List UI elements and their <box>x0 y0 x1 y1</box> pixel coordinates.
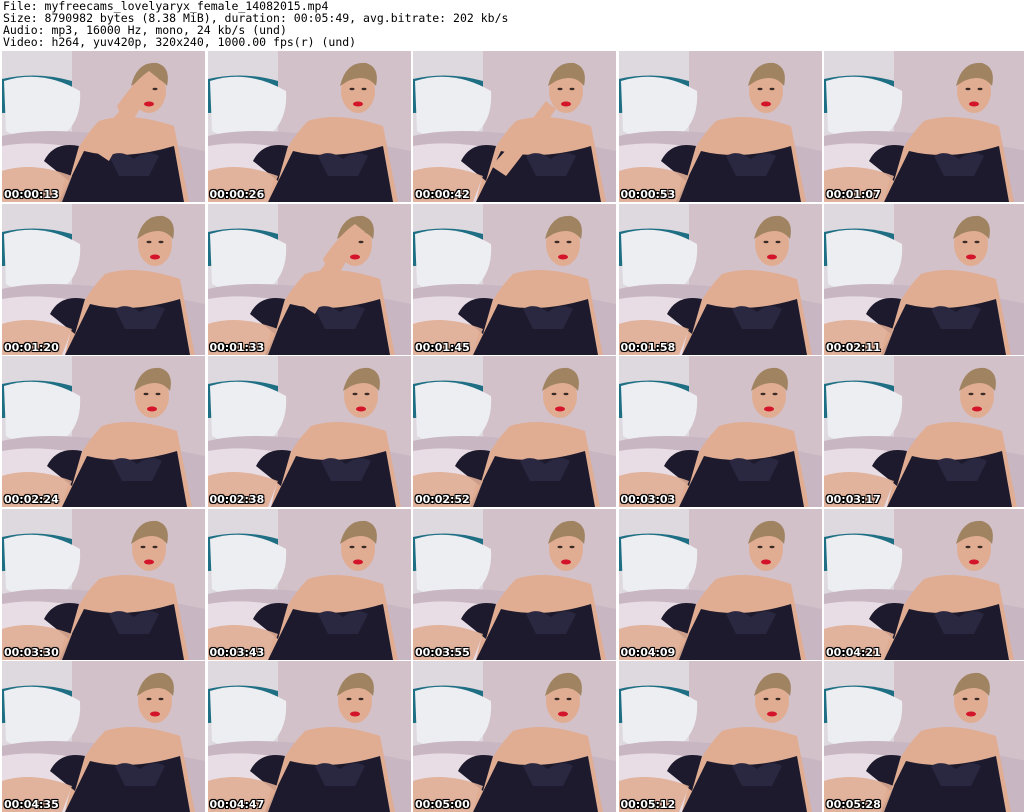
timestamp-label: 00:02:24 <box>4 493 59 506</box>
video-thumbnail: 00:03:17 <box>824 356 1024 507</box>
video-thumbnail: 00:04:35 <box>2 661 205 812</box>
thumbnail-image <box>413 661 616 812</box>
video-thumbnail: 00:03:43 <box>207 508 411 660</box>
timestamp-label: 00:01:07 <box>826 188 881 201</box>
timestamp-label: 00:04:21 <box>826 645 881 659</box>
thumbnail-image <box>413 203 616 355</box>
thumbnail-image <box>618 508 822 660</box>
thumbnail-image <box>824 661 1024 812</box>
timestamp-label: 00:00:53 <box>620 188 676 201</box>
video-thumbnail: 00:00:13 <box>2 51 205 202</box>
video-thumbnail: 00:01:58 <box>618 203 822 355</box>
thumbnail-image <box>207 508 411 660</box>
timestamp-label: 00:02:52 <box>415 493 470 506</box>
thumbnail-image <box>618 203 822 355</box>
video-thumbnail: 00:00:26 <box>207 51 411 202</box>
video-thumbnail: 00:03:03 <box>618 356 822 507</box>
timestamp-label: 00:00:26 <box>209 188 265 201</box>
timestamp-label: 00:05:12 <box>620 798 676 811</box>
thumbnail-image <box>824 356 1024 507</box>
video-thumbnail: 00:04:09 <box>618 508 822 660</box>
file-info-header: File: myfreecams_lovelyaryx_female_14082… <box>3 0 1021 50</box>
thumbnail-image <box>2 356 205 507</box>
timestamp-label: 00:03:43 <box>209 645 265 659</box>
timestamp-label: 00:04:09 <box>620 645 676 659</box>
thumbnail-image <box>413 51 616 202</box>
video-thumbnail: 00:02:11 <box>824 203 1024 355</box>
video-thumbnail: 00:02:38 <box>207 356 411 507</box>
thumbnail-image <box>824 508 1024 660</box>
thumbnail-image <box>2 661 205 812</box>
video-thumbnail: 00:04:21 <box>824 508 1024 660</box>
video-thumbnail: 00:00:53 <box>618 51 822 202</box>
video-thumbnail: 00:04:47 <box>207 661 411 812</box>
thumbnail-image <box>207 356 411 507</box>
thumbnail-image <box>413 356 616 507</box>
thumbnail-image <box>618 661 822 812</box>
thumbnail-image <box>2 203 205 355</box>
thumbnail-image <box>618 356 822 507</box>
timestamp-label: 00:01:45 <box>415 340 470 354</box>
thumbnail-image <box>618 51 822 202</box>
thumbnail-image <box>207 203 411 355</box>
timestamp-label: 00:03:30 <box>4 645 59 659</box>
video-info-line: Video: h264, yuv420p, 320x240, 1000.00 f… <box>3 35 357 49</box>
video-thumbnail: 00:05:00 <box>413 661 616 812</box>
video-thumbnail: 00:01:07 <box>824 51 1024 202</box>
video-thumbnail: 00:01:33 <box>207 203 411 355</box>
timestamp-label: 00:03:55 <box>415 645 470 659</box>
timestamp-label: 00:01:33 <box>209 340 265 354</box>
timestamp-label: 00:03:17 <box>826 493 881 506</box>
timestamp-label: 00:01:58 <box>620 340 676 354</box>
timestamp-label: 00:00:13 <box>4 188 59 201</box>
video-thumbnail: 00:01:45 <box>413 203 616 355</box>
video-thumbnail: 00:00:42 <box>413 51 616 202</box>
video-thumbnail: 00:05:12 <box>618 661 822 812</box>
video-thumbnail: 00:05:28 <box>824 661 1024 812</box>
timestamp-label: 00:04:35 <box>4 798 59 811</box>
timestamp-label: 00:05:00 <box>415 798 470 811</box>
timestamp-label: 00:01:20 <box>4 340 59 354</box>
timestamp-label: 00:02:38 <box>209 493 265 506</box>
thumbnail-image <box>207 661 411 812</box>
video-thumbnail: 00:03:30 <box>2 508 205 660</box>
video-thumbnail: 00:02:24 <box>2 356 205 507</box>
timestamp-label: 00:00:42 <box>415 188 470 201</box>
video-thumbnail: 00:02:52 <box>413 356 616 507</box>
timestamp-label: 00:05:28 <box>826 798 881 811</box>
thumbnail-grid: 00:00:13 00:00:26 00:00:42 00:00:53 00:0… <box>2 51 1024 812</box>
thumbnail-image <box>824 51 1024 202</box>
thumbnail-image <box>413 508 616 660</box>
video-thumbnail: 00:03:55 <box>413 508 616 660</box>
timestamp-label: 00:03:03 <box>620 493 676 506</box>
thumbnail-image <box>2 508 205 660</box>
video-thumbnail: 00:01:20 <box>2 203 205 355</box>
timestamp-label: 00:04:47 <box>209 798 265 811</box>
thumbnail-image <box>2 51 205 202</box>
thumbnail-image <box>824 203 1024 355</box>
timestamp-label: 00:02:11 <box>826 340 881 354</box>
thumbnail-image <box>207 51 411 202</box>
